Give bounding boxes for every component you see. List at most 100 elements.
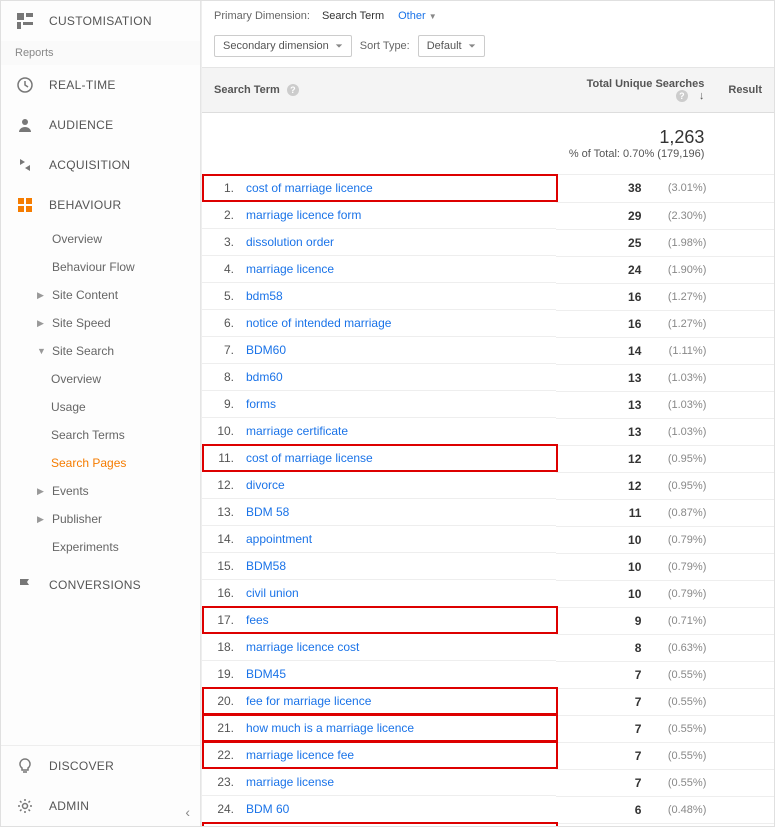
value-cell: 7 (556, 715, 651, 742)
help-icon[interactable]: ? (676, 90, 688, 102)
sub-site-speed[interactable]: ▶Site Speed (1, 309, 200, 337)
collapse-sidebar-button[interactable]: ‹ (185, 804, 190, 820)
caret-down-icon: ▼ (429, 12, 437, 21)
nav-admin[interactable]: ADMIN (1, 786, 200, 826)
sub-behaviour-flow[interactable]: Behaviour Flow (1, 253, 200, 281)
term-cell: 10.marriage certificate (202, 418, 556, 445)
total-value: 1,263 (568, 127, 704, 148)
percent-cell: (0.79%) (651, 580, 716, 607)
term-cell: 17.fees (202, 607, 556, 634)
term-link[interactable]: how much is a marriage licence (246, 721, 414, 735)
term-cell: 24.BDM 60 (202, 796, 556, 823)
nav-real-time[interactable]: REAL-TIME (1, 65, 200, 105)
deep-search-terms[interactable]: Search Terms (1, 421, 200, 449)
term-link[interactable]: divorce (246, 478, 285, 492)
term-link[interactable]: BDM 60 (246, 802, 289, 816)
nav-discover[interactable]: DISCOVER (1, 746, 200, 786)
value-cell: 12 (556, 472, 651, 499)
col-unique-searches[interactable]: Total Unique Searches ? ↓ (556, 68, 716, 113)
dashboard-icon (15, 13, 35, 29)
term-link[interactable]: fee for marriage licence (246, 694, 371, 708)
sort-type-dropdown[interactable]: Default (418, 35, 485, 57)
term-link[interactable]: bdm60 (246, 370, 283, 384)
tab-search-term[interactable]: Search Term (320, 7, 386, 25)
percent-cell: (0.79%) (651, 553, 716, 580)
term-link[interactable]: marriage licence cost (246, 640, 359, 654)
sub-publisher[interactable]: ▶Publisher (1, 505, 200, 533)
term-link[interactable]: appointment (246, 532, 312, 546)
percent-cell: (1.90%) (651, 256, 716, 283)
term-link[interactable]: civil union (246, 586, 299, 600)
row-number: 15. (214, 559, 234, 573)
value-cell: 13 (556, 391, 651, 418)
term-link[interactable]: cost of marriage license (246, 451, 373, 465)
sort-type-label: Sort Type: (360, 40, 410, 52)
sub-overview[interactable]: Overview (1, 225, 200, 253)
table-row: 19.BDM457(0.55%) (202, 661, 774, 688)
term-cell: 1.cost of marriage licence (202, 175, 556, 202)
col-search-term[interactable]: Search Term ? (202, 68, 556, 113)
nav-customisation[interactable]: CUSTOMISATION (1, 1, 200, 41)
table-row: 15.BDM5810(0.79%) (202, 553, 774, 580)
deep-search-pages[interactable]: Search Pages (1, 449, 200, 477)
col-result[interactable]: Result (716, 68, 774, 113)
nav-label: CONVERSIONS (49, 578, 141, 592)
value-cell: 9 (556, 607, 651, 634)
row-number: 2. (214, 208, 234, 222)
table-row: 3.dissolution order25(1.98%) (202, 229, 774, 256)
summary-row: 1,263 % of Total: 0.70% (179,196) (202, 113, 774, 175)
row-number: 9. (214, 397, 234, 411)
sub-events[interactable]: ▶Events (1, 477, 200, 505)
term-link[interactable]: forms (246, 397, 276, 411)
value-cell: 8 (556, 634, 651, 661)
sub-experiments[interactable]: Experiments (1, 533, 200, 561)
term-link[interactable]: marriage licence (246, 262, 334, 276)
nav-behaviour[interactable]: BEHAVIOUR (1, 185, 200, 225)
row-number: 19. (214, 667, 234, 681)
term-link[interactable]: marriage certificate (246, 424, 348, 438)
primary-dimension-bar: Primary Dimension: Search Term Other ▼ (202, 1, 774, 29)
nav-acquisition[interactable]: ACQUISITION (1, 145, 200, 185)
term-link[interactable]: BDM58 (246, 559, 286, 573)
row-number: 8. (214, 370, 234, 384)
percent-cell: (0.79%) (651, 526, 716, 553)
term-link[interactable]: cost of marriage licence (246, 181, 373, 195)
primary-dimension-label: Primary Dimension: (214, 10, 310, 22)
percent-cell: (0.55%) (651, 715, 716, 742)
term-link[interactable]: bdm58 (246, 289, 283, 303)
secondary-dimension-dropdown[interactable]: Secondary dimension (214, 35, 352, 57)
nav-audience[interactable]: AUDIENCE (1, 105, 200, 145)
value-cell: 14 (556, 337, 651, 364)
term-link[interactable]: marriage license (246, 775, 334, 789)
term-link[interactable]: BDM 58 (246, 505, 289, 519)
deep-overview[interactable]: Overview (1, 365, 200, 393)
row-number: 14. (214, 532, 234, 546)
percent-cell: (1.11%) (651, 337, 716, 364)
sub-site-content[interactable]: ▶Site Content (1, 281, 200, 309)
term-link[interactable]: marriage licence fee (246, 748, 354, 762)
term-link[interactable]: notice of intended marriage (246, 316, 391, 330)
nav-conversions[interactable]: CONVERSIONS (1, 565, 200, 605)
term-link[interactable]: marriage licence form (246, 208, 361, 222)
percent-cell: (0.63%) (651, 634, 716, 661)
help-icon[interactable]: ? (287, 84, 299, 96)
value-cell: 6 (556, 796, 651, 823)
percent-cell: (0.55%) (651, 742, 716, 769)
deep-usage[interactable]: Usage (1, 393, 200, 421)
sub-site-search[interactable]: ▼Site Search (1, 337, 200, 365)
term-link[interactable]: dissolution order (246, 235, 334, 249)
tab-other[interactable]: Other ▼ (396, 7, 439, 25)
term-link[interactable]: BDM45 (246, 667, 286, 681)
value-cell: 13 (556, 418, 651, 445)
value-cell: 29 (556, 202, 651, 229)
term-link[interactable]: BDM60 (246, 343, 286, 357)
term-cell: 21.how much is a marriage licence (202, 715, 556, 742)
table-row: 25.marriage license cost6(0.48%) (202, 823, 774, 826)
table-row: 2.marriage licence form29(2.30%) (202, 202, 774, 229)
term-cell: 7.BDM60 (202, 337, 556, 364)
row-number: 3. (214, 235, 234, 249)
percent-cell: (1.98%) (651, 229, 716, 256)
row-number: 11. (214, 451, 234, 465)
percent-cell: (0.55%) (651, 769, 716, 796)
term-link[interactable]: fees (246, 613, 269, 627)
